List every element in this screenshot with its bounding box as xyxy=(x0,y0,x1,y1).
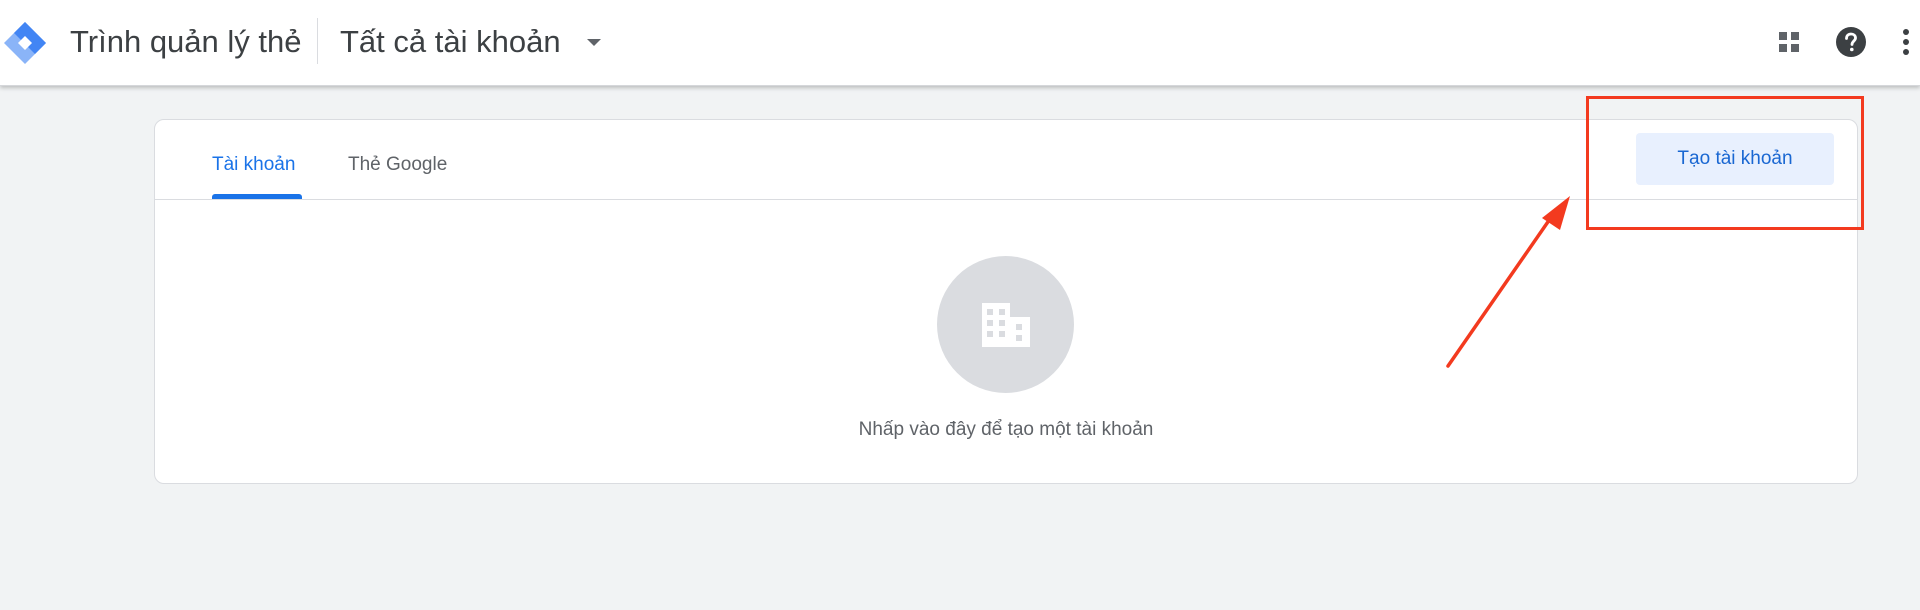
header-divider xyxy=(317,18,318,64)
apps-grid-icon xyxy=(1779,32,1799,52)
account-selector-label: Tất cả tài khoản xyxy=(340,24,561,59)
tag-manager-logo-icon[interactable] xyxy=(2,20,48,66)
annotation-arrow-icon xyxy=(1446,196,1570,368)
active-tab-indicator xyxy=(212,194,302,199)
more-vert-icon xyxy=(1903,29,1909,55)
help-icon xyxy=(1836,27,1866,57)
dropdown-arrow-icon xyxy=(586,38,601,46)
empty-state-message[interactable]: Nhấp vào đây để tạo một tài khoản xyxy=(155,419,1857,441)
more-options-button[interactable] xyxy=(1893,22,1919,62)
product-name: Trình quản lý thẻ xyxy=(70,24,302,59)
tab-accounts[interactable]: Tài khoản xyxy=(212,154,295,176)
annotation-highlight-box xyxy=(1586,96,1864,230)
help-button[interactable] xyxy=(1831,22,1871,62)
building-icon xyxy=(981,302,1030,347)
empty-state-illustration[interactable] xyxy=(937,256,1074,393)
top-app-bar: Trình quản lý thẻ Tất cả tài khoản xyxy=(0,0,1920,86)
account-selector[interactable]: Tất cả tài khoản xyxy=(340,18,601,66)
tab-google-tags[interactable]: Thẻ Google xyxy=(348,154,447,176)
apps-button[interactable] xyxy=(1769,22,1809,62)
